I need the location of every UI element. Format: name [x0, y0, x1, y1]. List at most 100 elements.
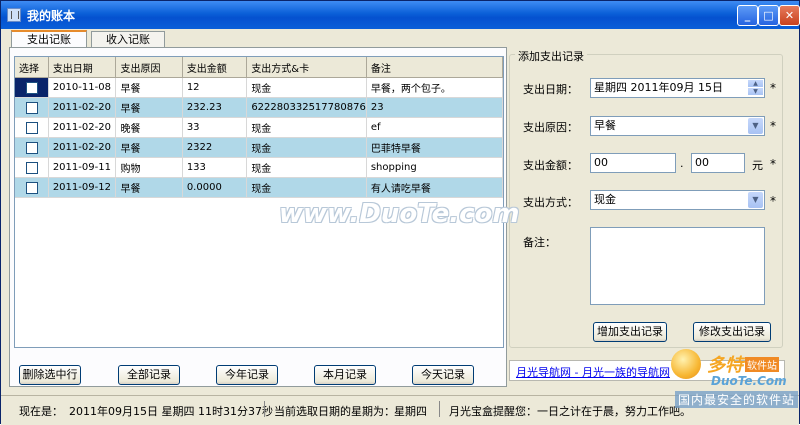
- column-header-date[interactable]: 支出日期: [48, 57, 117, 78]
- cell-method: 现金: [246, 77, 367, 98]
- column-header-note[interactable]: 备注: [366, 57, 503, 78]
- spin-down-icon[interactable]: ▼: [748, 88, 763, 96]
- reason-select[interactable]: 早餐 ▼: [590, 116, 765, 136]
- date-value: 星期四 2011年09月 15日: [594, 81, 723, 94]
- tab-income[interactable]: 收入记账: [91, 31, 165, 47]
- cell-method: 622280332517780876: [246, 97, 367, 118]
- method-value: 现金: [594, 193, 616, 206]
- row-select-cell[interactable]: [15, 97, 49, 118]
- cell-amount: 133: [182, 157, 248, 178]
- duote-logo: 多特 软件站 DuoTe.Com 国内最安全的软件站: [665, 347, 800, 411]
- table-row[interactable]: 2011-02-20 早餐 2322 现金 巴菲特早餐: [15, 137, 503, 158]
- method-select[interactable]: 现金 ▼: [590, 190, 765, 210]
- row-checkbox[interactable]: [26, 81, 38, 94]
- status-weekday-value: 星期四: [394, 405, 427, 418]
- row-checkbox[interactable]: [26, 181, 38, 194]
- column-header-method[interactable]: 支出方式&卡: [246, 57, 367, 78]
- title-bar[interactable]: 我的账本 _ □ ✕: [1, 1, 800, 29]
- status-now-label: 现在是：: [19, 405, 63, 418]
- minimize-button[interactable]: _: [737, 5, 758, 26]
- close-button[interactable]: ✕: [779, 5, 800, 26]
- cell-date: 2010-11-08: [48, 77, 117, 98]
- cell-note: shopping: [366, 157, 503, 178]
- year-records-button[interactable]: 今年记录: [216, 365, 278, 385]
- table-row[interactable]: 2011-02-20 早餐 232.23 622280332517780876 23: [15, 97, 503, 118]
- cell-method: 现金: [246, 157, 367, 178]
- cell-note: 有人请吃早餐: [366, 177, 503, 198]
- cell-note: 23: [366, 97, 503, 118]
- cell-note: ef: [366, 117, 503, 138]
- cell-date: 2011-02-20: [48, 137, 117, 158]
- row-select-cell[interactable]: [15, 117, 49, 138]
- method-label: 支出方式：: [523, 196, 578, 209]
- table-header: 选择 支出日期 支出原因 支出金额 支出方式&卡 备注: [15, 57, 503, 78]
- required-mark: *: [770, 194, 776, 208]
- row-select-cell[interactable]: [15, 137, 49, 158]
- maximize-button[interactable]: □: [758, 5, 779, 26]
- cell-note: 早餐，两个包子。: [366, 77, 503, 98]
- amount-label: 支出金额：: [523, 159, 578, 172]
- logo-emblem-icon: [671, 349, 701, 379]
- cell-date: 2011-09-12: [48, 177, 117, 198]
- cell-reason: 晚餐: [115, 117, 183, 138]
- month-records-button[interactable]: 本月记录: [314, 365, 376, 385]
- window-title: 我的账本: [27, 9, 76, 23]
- watermark-text: www.DuoTe.com: [279, 199, 520, 229]
- column-header-reason[interactable]: 支出原因: [115, 57, 183, 78]
- date-spinner[interactable]: ▲ ▼: [748, 80, 763, 96]
- cell-reason: 早餐: [115, 77, 183, 98]
- row-checkbox[interactable]: [26, 101, 38, 114]
- row-select-cell[interactable]: [15, 157, 49, 178]
- cell-date: 2011-02-20: [48, 97, 117, 118]
- spin-up-icon[interactable]: ▲: [748, 80, 763, 88]
- required-mark: *: [770, 81, 776, 95]
- required-mark: *: [770, 157, 776, 171]
- delete-selected-button[interactable]: 删除选中行: [19, 365, 81, 385]
- row-select-cell[interactable]: [15, 177, 49, 198]
- reason-value: 早餐: [594, 119, 616, 132]
- row-checkbox[interactable]: [26, 161, 38, 174]
- row-checkbox[interactable]: [26, 121, 38, 134]
- row-select-cell[interactable]: [15, 77, 49, 98]
- cell-reason: 早餐: [115, 137, 183, 158]
- date-picker[interactable]: 星期四 2011年09月 15日 ▲ ▼: [590, 78, 765, 98]
- add-expense-button[interactable]: 增加支出记录: [593, 322, 667, 342]
- cell-reason: 早餐: [115, 97, 183, 118]
- cell-date: 2011-02-20: [48, 117, 117, 138]
- cell-note: 巴菲特早餐: [366, 137, 503, 158]
- group-title: 添加支出记录: [515, 48, 587, 64]
- table-row[interactable]: 2011-02-20 晚餐 33 现金 ef: [15, 117, 503, 138]
- chevron-down-icon[interactable]: ▼: [748, 192, 763, 208]
- cell-method: 现金: [246, 117, 367, 138]
- table-row[interactable]: 2011-09-12 早餐 0.0000 现金 有人请吃早餐: [15, 177, 503, 198]
- row-checkbox[interactable]: [26, 141, 38, 154]
- app-icon: [7, 8, 21, 22]
- table-row[interactable]: 2010-11-08 早餐 12 现金 早餐，两个包子。: [15, 77, 503, 98]
- table-row[interactable]: 2011-09-11 购物 133 现金 shopping: [15, 157, 503, 178]
- today-records-button[interactable]: 今天记录: [412, 365, 474, 385]
- navigation-link[interactable]: 月光导航网 - 月光一族的导航网: [516, 364, 670, 380]
- cell-method: 现金: [246, 177, 367, 198]
- status-tip: 月光宝盒提醒您：一日之计在于晨，努力工作吧。: [449, 405, 691, 418]
- edit-expense-button[interactable]: 修改支出记录: [693, 322, 771, 342]
- column-header-amount[interactable]: 支出金额: [182, 57, 248, 78]
- note-label: 备注：: [523, 236, 556, 249]
- cell-amount: 2322: [182, 137, 248, 158]
- decimal-point: .: [680, 157, 684, 170]
- status-separator: [439, 401, 440, 417]
- cell-amount: 232.23: [182, 97, 248, 118]
- logo-tagline: 国内最安全的软件站: [675, 391, 799, 408]
- currency-unit: 元: [752, 159, 763, 172]
- app-window: 我的账本 _ □ ✕ 支出记账 收入记账 选择 支出日期 支出原因 支出金额 支…: [0, 0, 800, 425]
- note-textarea[interactable]: [590, 227, 765, 305]
- status-now-value: 2011年09月15日 星期四 11时31分37秒: [69, 405, 273, 418]
- status-weekday-label: 当前选取日期的星期为：: [274, 405, 395, 418]
- all-records-button[interactable]: 全部记录: [118, 365, 180, 385]
- amount-decimal-input[interactable]: 00: [691, 153, 745, 173]
- date-label: 支出日期：: [523, 83, 578, 96]
- tab-expense[interactable]: 支出记账: [11, 30, 87, 48]
- column-header-select[interactable]: 选择: [15, 57, 49, 78]
- chevron-down-icon[interactable]: ▼: [748, 118, 763, 134]
- amount-integer-input[interactable]: 00: [590, 153, 676, 173]
- status-separator: [264, 401, 265, 417]
